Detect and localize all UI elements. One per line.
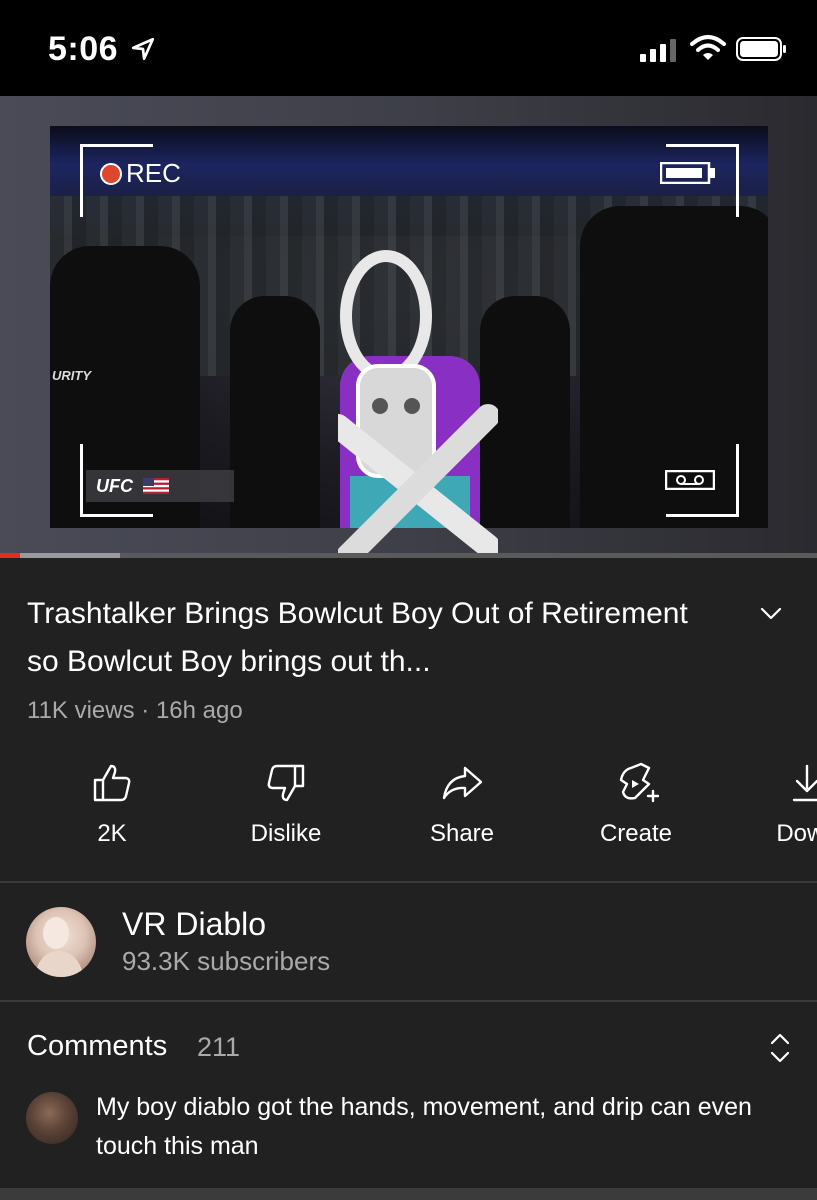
- view-count: 11K views: [27, 697, 135, 724]
- share-label: Share: [429, 820, 495, 847]
- rec-dot-icon: [100, 162, 122, 185]
- camera-battery-icon: [660, 162, 715, 184]
- expand-collapse-icon[interactable]: [766, 1030, 794, 1066]
- video-title[interactable]: Trashtalker Brings Bowlcut Boy Out of Re…: [27, 590, 717, 686]
- create-button[interactable]: Create: [551, 760, 721, 848]
- create-label: Create: [599, 820, 673, 847]
- top-comment[interactable]: My boy diablo got the hands, movement, a…: [96, 1088, 786, 1166]
- divider: [0, 881, 817, 883]
- comments-heading[interactable]: Comments: [27, 1030, 167, 1063]
- dislike-button[interactable]: Dislike: [201, 760, 371, 848]
- progress-played: [0, 553, 21, 558]
- bottom-strip: [0, 1188, 817, 1200]
- upload-age: 16h ago: [155, 697, 243, 724]
- dislike-label: Dislike: [250, 820, 322, 847]
- like-count: 2K: [97, 820, 127, 847]
- skull-logo-overlay: [338, 250, 498, 558]
- video-player[interactable]: URITY REC UFC: [0, 96, 817, 558]
- channel-avatar[interactable]: [26, 907, 96, 977]
- download-button[interactable]: Down: [722, 760, 817, 848]
- location-arrow-icon: [131, 37, 155, 61]
- thumbs-down-icon: [267, 764, 305, 802]
- comments-count: 211: [197, 1032, 241, 1062]
- ufc-badge: UFC: [86, 470, 234, 502]
- download-label: Down: [776, 820, 817, 847]
- progress-buffered: [20, 553, 121, 558]
- rec-label: REC: [126, 158, 181, 188]
- wifi-icon: [690, 35, 726, 60]
- action-row: 2K Dislike Share Create Down: [0, 760, 817, 860]
- subscriber-count: 93.3K subscribers: [122, 946, 331, 976]
- thumbs-up-icon: [93, 764, 131, 802]
- share-icon: [442, 766, 483, 800]
- share-button[interactable]: Share: [377, 760, 547, 848]
- download-icon: [792, 764, 817, 802]
- video-progress-bar[interactable]: [0, 553, 817, 558]
- create-icon: [619, 762, 659, 803]
- battery-icon: [736, 37, 786, 61]
- meta-separator: ·: [141, 697, 150, 724]
- status-bar: 5:06: [0, 0, 817, 96]
- avatar-figure: [34, 917, 84, 977]
- cellular-signal-icon: [640, 39, 676, 62]
- chevron-down-icon[interactable]: [758, 600, 784, 626]
- channel-name[interactable]: VR Diablo: [122, 906, 266, 943]
- us-flag-icon: [143, 478, 169, 494]
- status-time: 5:06: [48, 30, 119, 68]
- rec-indicator: REC: [100, 158, 181, 189]
- like-button[interactable]: 2K: [27, 760, 197, 848]
- commenter-avatar[interactable]: [26, 1092, 78, 1144]
- security-shirt-text: URITY: [52, 368, 91, 383]
- cassette-icon: [665, 470, 715, 490]
- video-meta: 11K views · 16h ago: [27, 697, 243, 725]
- ufc-logo-text: UFC: [96, 475, 133, 496]
- guard-center-left: [230, 296, 320, 528]
- divider: [0, 1000, 817, 1002]
